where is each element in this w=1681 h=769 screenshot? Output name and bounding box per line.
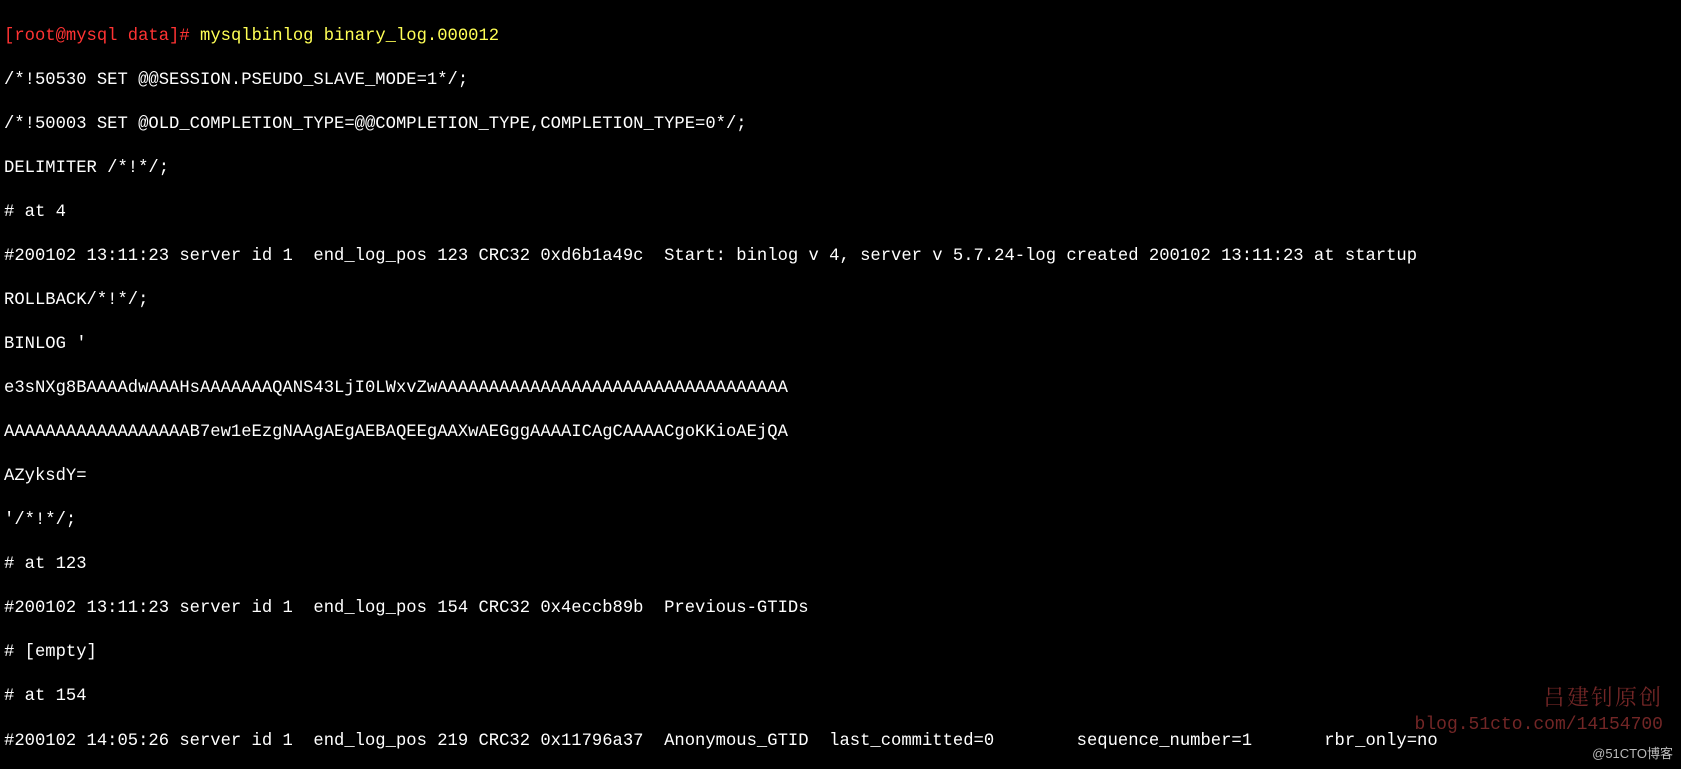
output-line: AAAAAAAAAAAAAAAAAAB7ew1eEzgNAAgAEgAEBAQE… (4, 422, 1677, 444)
output-line: BINLOG ' (4, 334, 1677, 356)
output-line: # at 123 (4, 554, 1677, 576)
prompt-close: ]# (169, 27, 200, 46)
prompt-user-host: root@mysql data (14, 27, 169, 46)
output-line: # at 154 (4, 686, 1677, 708)
output-line: e3sNXg8BAAAAdwAAAHsAAAAAAAQANS43LjI0LWxv… (4, 378, 1677, 400)
output-line: /*!50530 SET @@SESSION.PSEUDO_SLAVE_MODE… (4, 70, 1677, 92)
output-line: #200102 13:11:23 server id 1 end_log_pos… (4, 598, 1677, 620)
output-line: ROLLBACK/*!*/; (4, 290, 1677, 312)
command-text: mysqlbinlog binary_log.000012 (200, 27, 499, 46)
prompt-open: [ (4, 27, 14, 46)
output-line: /*!50003 SET @OLD_COMPLETION_TYPE=@@COMP… (4, 114, 1677, 136)
watermark-author: 吕建钊原创 (1543, 683, 1663, 711)
terminal-area[interactable]: [root@mysql data]# mysqlbinlog binary_lo… (0, 0, 1681, 769)
output-line: # at 4 (4, 202, 1677, 224)
output-line: AZyksdY= (4, 466, 1677, 488)
output-line: # [empty] (4, 642, 1677, 664)
output-line: #200102 13:11:23 server id 1 end_log_pos… (4, 246, 1677, 268)
output-line: DELIMITER /*!*/; (4, 158, 1677, 180)
prompt-row: [root@mysql data]# mysqlbinlog binary_lo… (4, 26, 1677, 48)
footer-watermark: @51CTO博客 (1592, 746, 1673, 763)
watermark-link: blog.51cto.com/14154700 (1415, 714, 1663, 737)
output-line: '/*!*/; (4, 510, 1677, 532)
